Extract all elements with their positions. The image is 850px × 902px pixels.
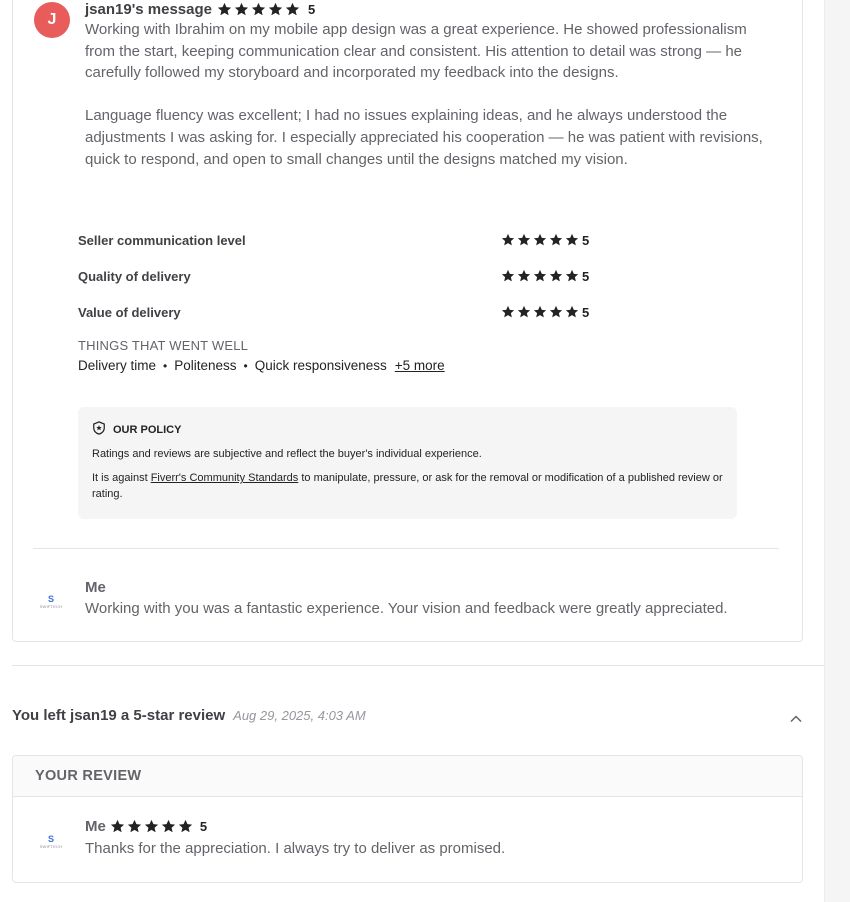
star-icon (549, 305, 563, 319)
seller-logo-text: SWIFTECH (39, 844, 63, 849)
policy-text: It is against (92, 472, 151, 484)
buyer-message-paragraph-2: Language fluency was excellent; I had no… (85, 107, 763, 168)
went-well-item: Quick responsiveness (254, 358, 387, 373)
rating-score: 5 (582, 232, 590, 248)
rating-stars (501, 305, 579, 319)
star-icon (144, 819, 159, 834)
community-standards-link[interactable]: Fiverr's Community Standards (151, 472, 299, 484)
star-icon (565, 233, 579, 247)
star-icon (178, 819, 193, 834)
buyer-message-author: jsan19's message (85, 0, 212, 18)
went-well-item: Delivery time (78, 358, 157, 373)
rating-breakdown: Seller communication level 5 Quality of … (78, 222, 598, 330)
seller-reply-name: Me (85, 579, 106, 596)
policy-title: OUR POLICY (113, 423, 182, 436)
rating-label: Quality of delivery (78, 268, 191, 284)
star-icon (501, 233, 515, 247)
bullet-separator: • (163, 358, 168, 373)
your-review-header: YOUR REVIEW (13, 756, 802, 797)
your-review-name-row: Me 5 (85, 818, 207, 835)
star-icon (533, 269, 547, 283)
star-icon (285, 2, 300, 17)
policy-header: OUR POLICY (92, 421, 723, 438)
left-review-header: You left jsan19 a 5-star review Aug 29, … (12, 707, 366, 724)
left-review-title: You left jsan19 a 5-star review (12, 707, 226, 724)
chevron-up-icon[interactable] (788, 711, 804, 727)
star-icon (501, 269, 515, 283)
your-review-score: 5 (199, 819, 208, 834)
things-went-well-list: Delivery time • Politeness • Quick respo… (78, 358, 445, 373)
star-icon (127, 819, 142, 834)
left-review-date: Aug 29, 2025, 4:03 AM (233, 708, 366, 723)
buyer-message-header: jsan19's message 5 (85, 0, 315, 18)
right-gutter (824, 0, 850, 902)
star-icon (501, 305, 515, 319)
your-review-text: Thanks for the appreciation. I always tr… (85, 840, 506, 857)
star-icon (549, 269, 563, 283)
show-more-link[interactable]: +5 more (395, 358, 445, 373)
buyer-message-body: Working with Ibrahim on my mobile app de… (85, 19, 765, 192)
your-review-name: Me (85, 818, 106, 835)
buyer-message-paragraph-1: Working with Ibrahim on my mobile app de… (85, 21, 747, 82)
swiftech-logo-icon: S (47, 594, 54, 604)
rating-row-value: Value of delivery 5 (78, 294, 598, 330)
rating-label: Value of delivery (78, 304, 181, 320)
divider (33, 548, 779, 549)
star-icon (234, 2, 249, 17)
rating-label: Seller communication level (78, 232, 246, 248)
star-icon (251, 2, 266, 17)
rating-score: 5 (582, 268, 590, 284)
buyer-rating-score: 5 (308, 1, 316, 17)
shield-icon (92, 421, 106, 438)
seller-logo: S SWIFTECH (38, 589, 64, 615)
star-icon (517, 233, 531, 247)
rating-stars (501, 233, 579, 247)
section-divider (12, 665, 824, 666)
star-icon (517, 269, 531, 283)
rating-row-quality: Quality of delivery 5 (78, 258, 598, 294)
star-icon (565, 305, 579, 319)
star-icon (533, 233, 547, 247)
star-icon (161, 819, 176, 834)
star-icon (110, 819, 125, 834)
star-icon (565, 269, 579, 283)
rating-stars (501, 269, 579, 283)
rating-row-communication: Seller communication level 5 (78, 222, 598, 258)
swiftech-logo-icon: S (47, 834, 54, 844)
seller-reply-text: Working with you was a fantastic experie… (85, 600, 728, 617)
policy-box: OUR POLICY Ratings and reviews are subje… (78, 407, 737, 519)
star-icon (268, 2, 283, 17)
policy-line-1: Ratings and reviews are subjective and r… (92, 448, 482, 460)
your-review-stars (110, 819, 193, 834)
seller-logo-text: SWIFTECH (39, 604, 63, 609)
rating-score: 5 (582, 304, 590, 320)
bullet-separator: • (243, 358, 248, 373)
buyer-avatar[interactable]: J (34, 2, 70, 38)
buyer-rating-stars (217, 2, 300, 17)
went-well-item: Politeness (174, 358, 237, 373)
star-icon (533, 305, 547, 319)
things-went-well-title: THINGS THAT WENT WELL (78, 338, 249, 353)
seller-logo: S SWIFTECH (38, 829, 64, 855)
star-icon (549, 233, 563, 247)
star-icon (217, 2, 232, 17)
star-icon (517, 305, 531, 319)
policy-line-2: It is against Fiverr's Community Standar… (92, 470, 723, 502)
